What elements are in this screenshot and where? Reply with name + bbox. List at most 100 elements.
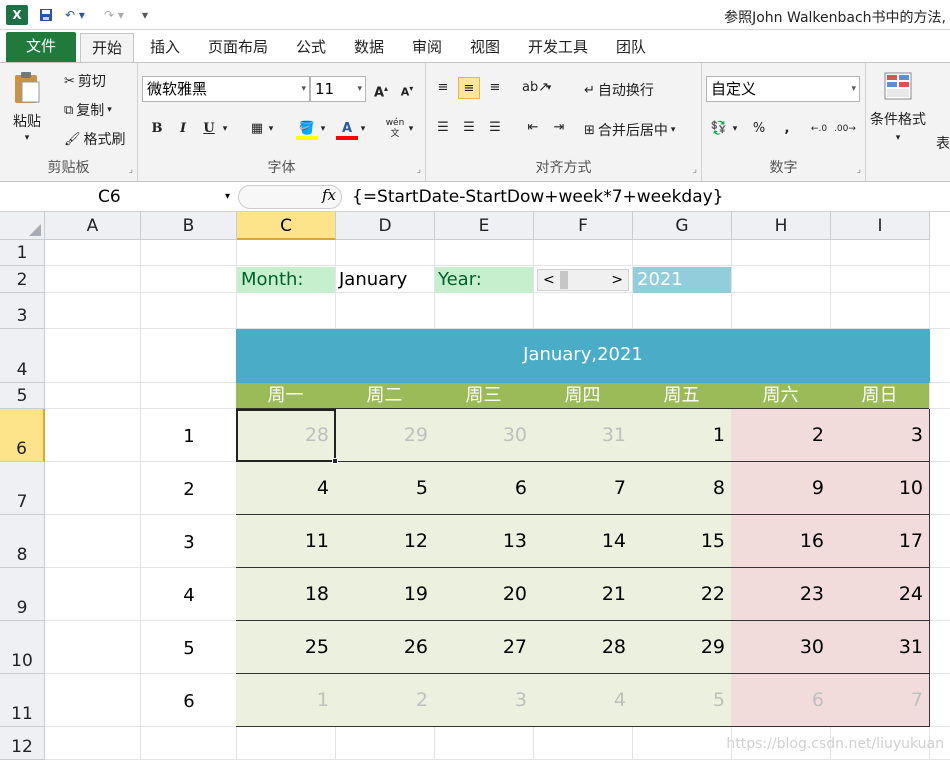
- dialog-launcher-icon[interactable]: ⌟: [857, 165, 861, 175]
- accounting-format-dropdown[interactable]: ▾: [730, 118, 740, 140]
- calendar-day-cell[interactable]: 9: [731, 462, 831, 515]
- insert-function-icon[interactable]: fx: [322, 186, 336, 204]
- calendar-day-cell[interactable]: 30: [434, 409, 534, 462]
- column-header-e[interactable]: E: [435, 212, 534, 240]
- tab-team[interactable]: 团队: [606, 33, 656, 62]
- copy-button[interactable]: ⧉ 复制 ▾: [64, 100, 112, 120]
- row-header-4[interactable]: 4: [0, 329, 45, 383]
- calendar-day-cell[interactable]: 16: [731, 515, 831, 568]
- calendar-day-cell[interactable]: 17: [830, 515, 930, 568]
- worksheet[interactable]: ABCDEFGHI 1 2 3 4 5 6 7 8 9 10 11 12 Month: January…: [0, 212, 950, 760]
- row-header-7[interactable]: 7: [0, 462, 45, 515]
- font-color-button[interactable]: A: [336, 118, 358, 140]
- calendar-day-cell[interactable]: 8: [632, 462, 732, 515]
- calendar-day-cell[interactable]: 20: [434, 568, 534, 621]
- row-header-5[interactable]: 5: [0, 383, 45, 409]
- week-number-cell[interactable]: 3: [141, 532, 237, 553]
- row-header-1[interactable]: 1: [0, 240, 45, 266]
- italic-button[interactable]: I: [172, 118, 194, 140]
- week-number-cell[interactable]: 4: [141, 585, 237, 606]
- merge-center-button[interactable]: ⊞ 合并后居中 ▾: [584, 120, 675, 140]
- calendar-day-cell[interactable]: 10: [830, 462, 930, 515]
- formula-input[interactable]: {=StartDate-StartDow+week*7+weekday}: [352, 185, 724, 209]
- month-label-cell[interactable]: Month:: [237, 267, 335, 293]
- decrease-indent-button[interactable]: ⇤: [522, 117, 544, 139]
- tab-home[interactable]: 开始: [80, 33, 134, 62]
- calendar-day-cell[interactable]: 2: [731, 409, 831, 462]
- calendar-day-cell[interactable]: 29: [335, 409, 435, 462]
- calendar-day-cell[interactable]: 21: [533, 568, 633, 621]
- calendar-day-cell[interactable]: 1: [236, 674, 336, 727]
- column-header-b[interactable]: B: [141, 212, 237, 240]
- fill-handle[interactable]: [332, 458, 338, 464]
- align-top-button[interactable]: ≡: [432, 77, 454, 99]
- calendar-title[interactable]: January,2021: [236, 329, 930, 383]
- column-header-i[interactable]: I: [831, 212, 930, 240]
- weekday-header[interactable]: 周六: [731, 383, 830, 409]
- row-header-12[interactable]: 12: [0, 727, 45, 760]
- column-header-f[interactable]: F: [534, 212, 633, 240]
- conditional-formatting-button[interactable]: 条件格式 ▾: [870, 71, 926, 143]
- tab-file[interactable]: 文件: [6, 32, 76, 62]
- calendar-day-cell[interactable]: 23: [731, 568, 831, 621]
- calendar-day-cell[interactable]: 26: [335, 621, 435, 674]
- align-center-button[interactable]: ☰: [458, 117, 480, 139]
- align-left-button[interactable]: ☰: [432, 117, 454, 139]
- dialog-launcher-icon[interactable]: ⌟: [417, 165, 421, 175]
- bold-button[interactable]: B: [146, 118, 168, 140]
- scroll-thumb[interactable]: [560, 271, 568, 289]
- wrap-text-button[interactable]: ↵ 自动换行: [584, 80, 654, 100]
- calendar-day-cell[interactable]: 31: [830, 621, 930, 674]
- decrease-decimal-button[interactable]: .00→: [834, 118, 856, 140]
- row-header-3[interactable]: 3: [0, 293, 45, 329]
- week-number-cell[interactable]: 1: [141, 426, 237, 447]
- customize-quick-access-icon[interactable]: ▾: [138, 5, 152, 25]
- align-bottom-button[interactable]: ≡: [484, 77, 506, 99]
- scroll-right-arrow-icon[interactable]: >: [611, 273, 623, 287]
- weekday-header[interactable]: 周五: [632, 383, 731, 409]
- align-right-button[interactable]: ☰: [484, 117, 506, 139]
- calendar-day-cell[interactable]: 22: [632, 568, 732, 621]
- calendar-day-cell[interactable]: 7: [533, 462, 633, 515]
- phonetic-dropdown[interactable]: ▾: [406, 118, 416, 140]
- dialog-launcher-icon[interactable]: ⌟: [693, 165, 697, 175]
- year-label-cell[interactable]: Year:: [435, 267, 533, 293]
- calendar-day-cell[interactable]: 4: [533, 674, 633, 727]
- row-header-9[interactable]: 9: [0, 568, 45, 621]
- orientation-dropdown[interactable]: ▾: [544, 77, 554, 99]
- calendar-day-cell[interactable]: 7: [830, 674, 930, 727]
- week-number-cell[interactable]: 2: [141, 479, 237, 500]
- scroll-left-arrow-icon[interactable]: <: [543, 273, 555, 287]
- excel-app-icon[interactable]: X: [6, 5, 28, 25]
- row-header-2[interactable]: 2: [0, 266, 45, 293]
- month-value-cell[interactable]: January: [336, 267, 434, 293]
- calendar-day-cell[interactable]: 1: [632, 409, 732, 462]
- fill-color-button[interactable]: 🪣: [296, 118, 318, 140]
- accounting-format-button[interactable]: 💱: [708, 118, 730, 140]
- calendar-day-cell[interactable]: 11: [236, 515, 336, 568]
- year-scrollbar[interactable]: < >: [537, 269, 629, 291]
- name-box[interactable]: C6 ▾: [6, 185, 234, 209]
- weekday-header[interactable]: 周三: [434, 383, 533, 409]
- dialog-launcher-icon[interactable]: ⌟: [129, 165, 133, 175]
- cut-button[interactable]: ✂ 剪切: [64, 71, 106, 91]
- week-number-cell[interactable]: 5: [141, 638, 237, 659]
- shrink-font-button[interactable]: A▾: [396, 78, 418, 100]
- calendar-day-cell[interactable]: 5: [335, 462, 435, 515]
- week-number-cell[interactable]: 6: [141, 691, 237, 712]
- font-name-dropdown[interactable]: 微软雅黑 ▾: [142, 76, 310, 102]
- calendar-day-cell[interactable]: 15: [632, 515, 732, 568]
- redo-icon[interactable]: ↷ ▾: [100, 5, 128, 25]
- calendar-day-cell[interactable]: 28: [533, 621, 633, 674]
- calendar-day-cell[interactable]: 29: [632, 621, 732, 674]
- format-painter-button[interactable]: 🖌 格式刷: [64, 129, 126, 149]
- column-header-d[interactable]: D: [336, 212, 435, 240]
- calendar-day-cell[interactable]: 14: [533, 515, 633, 568]
- calendar-day-cell[interactable]: 27: [434, 621, 534, 674]
- calendar-day-cell[interactable]: 13: [434, 515, 534, 568]
- calendar-day-cell[interactable]: 24: [830, 568, 930, 621]
- tab-view[interactable]: 视图: [460, 33, 510, 62]
- calendar-day-cell[interactable]: 25: [236, 621, 336, 674]
- calendar-day-cell[interactable]: 3: [434, 674, 534, 727]
- row-header-11[interactable]: 11: [0, 674, 45, 727]
